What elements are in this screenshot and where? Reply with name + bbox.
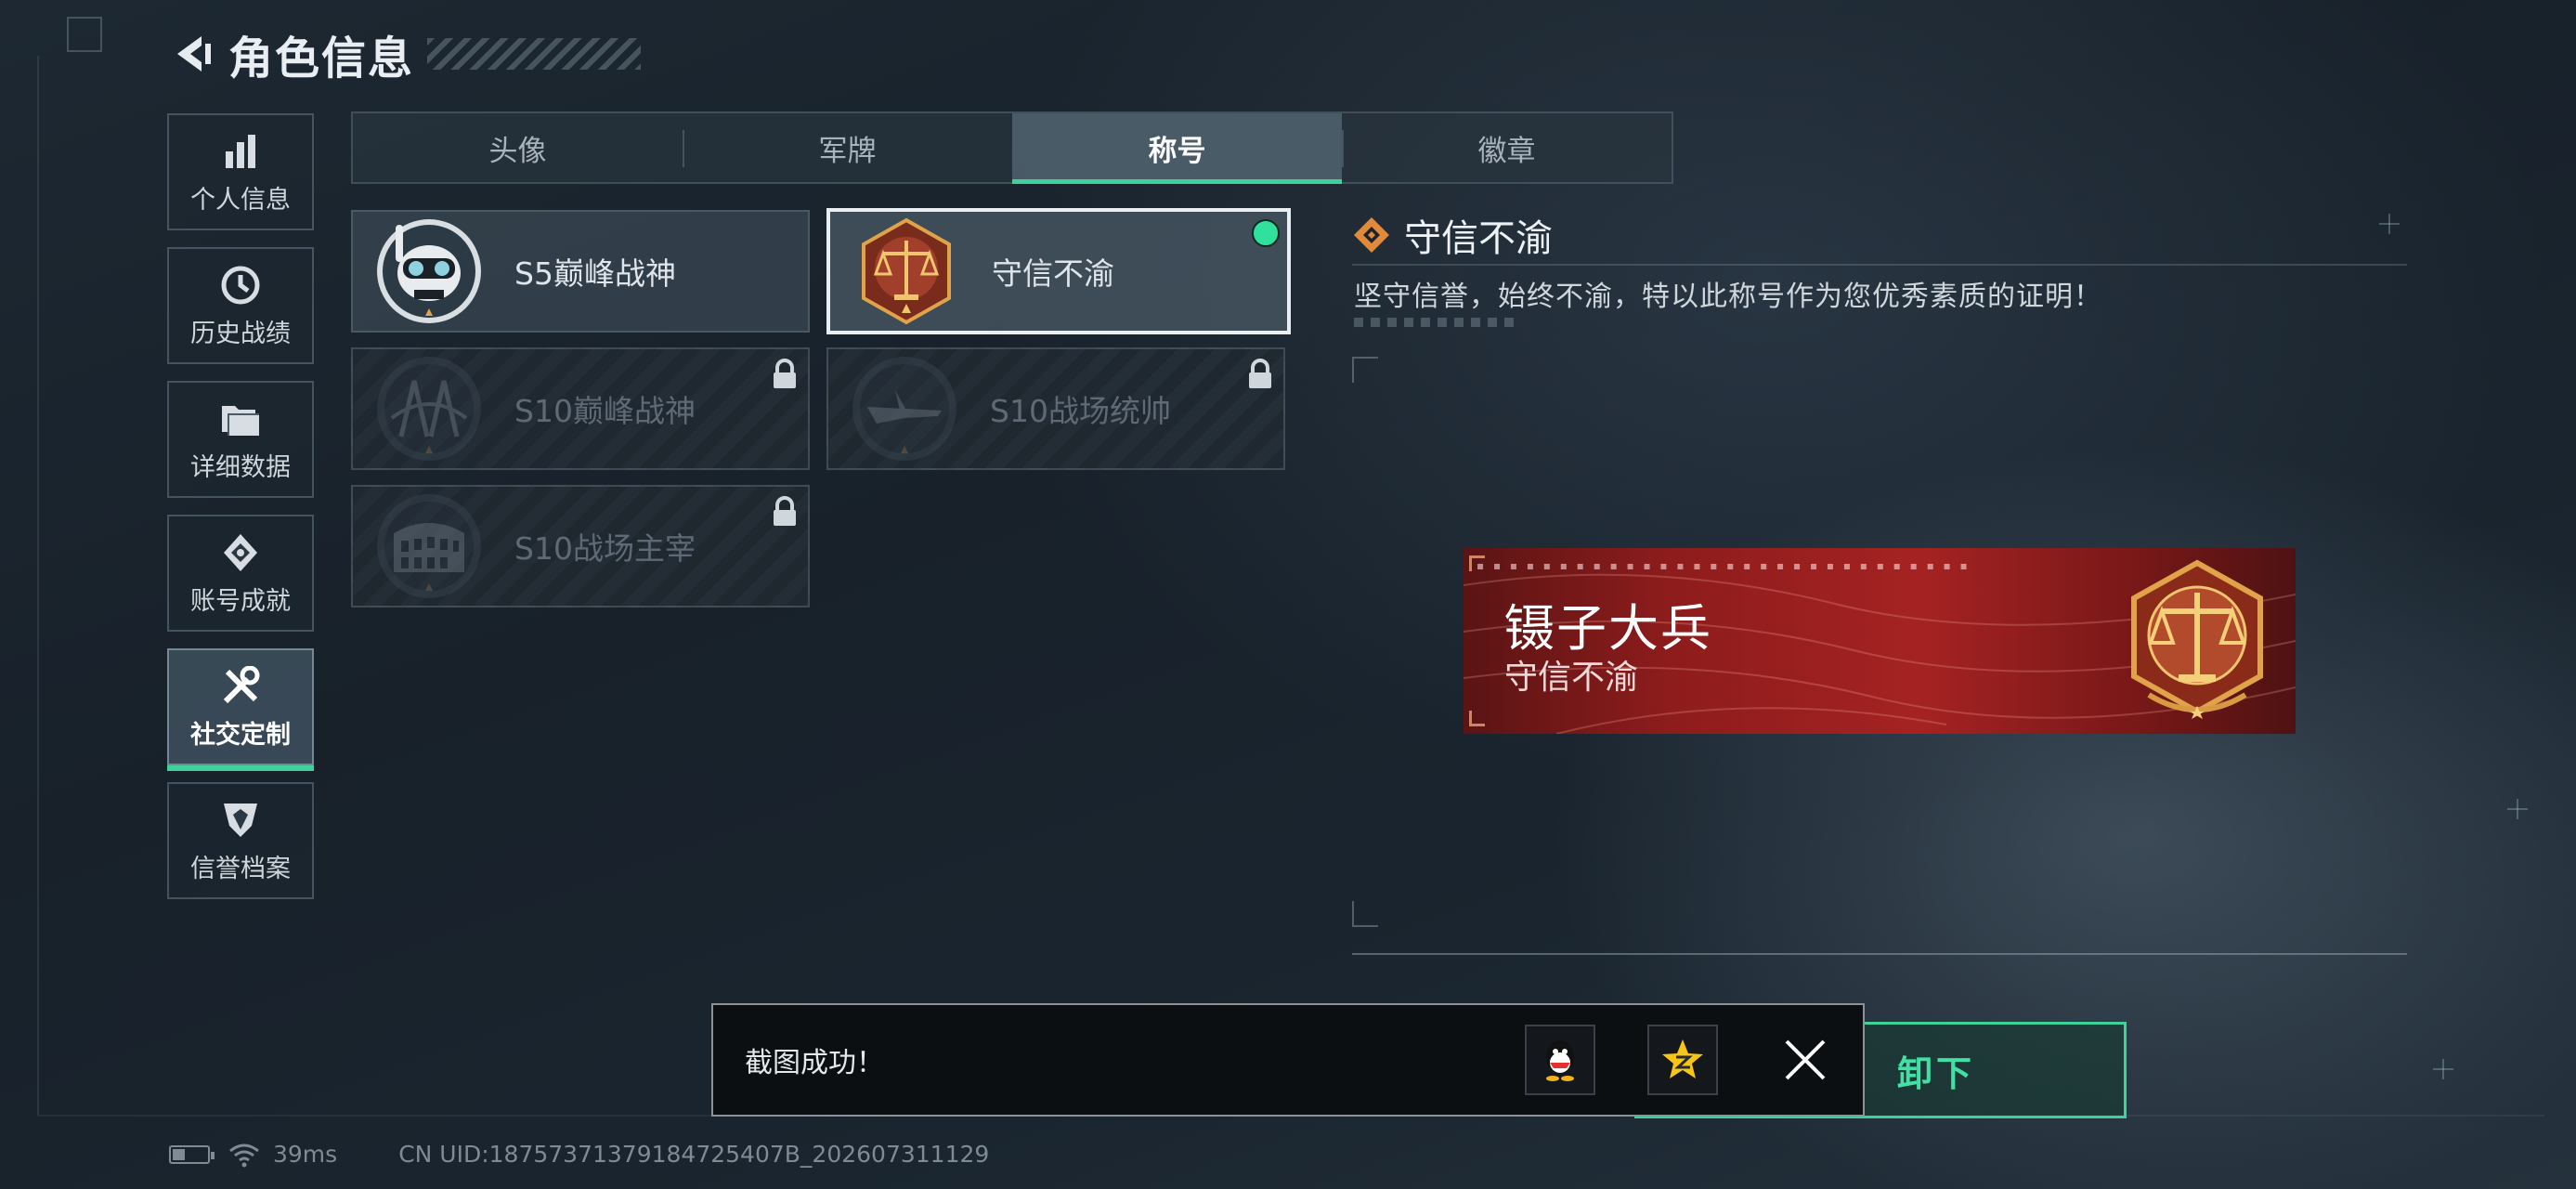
tools-icon xyxy=(218,664,263,709)
title-card-name: 守信不渝 xyxy=(992,255,1114,292)
share-qzone-button[interactable] xyxy=(1647,1025,1718,1095)
title-card-keep-faith[interactable]: 守信不渝 xyxy=(826,208,1291,334)
bridge-emblem-icon xyxy=(371,351,487,466)
battery-icon xyxy=(169,1144,215,1164)
toast-close-button[interactable] xyxy=(1770,1025,1841,1095)
decorative-cross xyxy=(2379,214,2400,234)
sidebar-item-detailed-data[interactable]: 详细数据 xyxy=(167,381,314,498)
decorative-cross xyxy=(2507,799,2528,819)
toast-message: 截图成功！ xyxy=(745,1047,884,1079)
tab-bar: 头像 军牌 称号 徽章 xyxy=(351,111,1673,184)
diamond-icon xyxy=(1354,217,1389,253)
detail-bottom-divider xyxy=(1352,953,2407,955)
title-preview-banner: ▪ ▪ ▪ ▪ ▪ ▪ ▪ ▪ ▪ ▪ ▪ ▪ ▪ ▪ ▪ ▪ ▪ ▪ ▪ ▪ … xyxy=(1464,548,2296,734)
scales-emblem-icon xyxy=(849,214,964,329)
lock-icon xyxy=(771,359,799,390)
scales-emblem-icon xyxy=(2131,559,2263,719)
banner-decoration-text: ▪ ▪ ▪ ▪ ▪ ▪ ▪ ▪ ▪ ▪ ▪ ▪ ▪ ▪ ▪ ▪ ▪ ▪ ▪ ▪ … xyxy=(1477,559,1971,572)
lock-icon xyxy=(771,496,799,528)
title-card-name: S5巅峰战神 xyxy=(514,255,676,292)
back-arrow-icon xyxy=(177,36,211,72)
folder-icon xyxy=(218,397,263,441)
detail-title-name: 守信不渝 xyxy=(1404,217,1553,260)
title-card-name: S10战场统帅 xyxy=(990,393,1171,429)
sidebar-item-personal-info[interactable]: 个人信息 xyxy=(167,113,314,230)
sidebar-item-label: 历史战绩 xyxy=(190,319,291,348)
screenshot-toast: 截图成功！ xyxy=(711,1003,1865,1117)
decorative-frame-line xyxy=(37,56,39,1115)
detail-header: 守信不渝 xyxy=(1352,208,1553,262)
page-header: 角色信息 xyxy=(167,26,642,85)
user-uid: CN UID:18757371379184725407B_20260731112… xyxy=(398,1141,990,1168)
diver-skull-emblem-icon xyxy=(371,214,487,329)
aircraft-emblem-icon xyxy=(847,351,962,466)
sidebar-item-label: 详细数据 xyxy=(190,452,291,482)
sidebar-item-achievements[interactable]: 账号成就 xyxy=(167,515,314,632)
decorative-cross xyxy=(2433,1059,2453,1079)
status-bar: 39ms CN UID:18757371379184725407B_202607… xyxy=(169,1141,989,1168)
title-decoration xyxy=(427,38,642,70)
title-card-s10-peak[interactable]: S10巅峰战神 xyxy=(351,347,810,470)
shield-icon xyxy=(218,798,263,843)
preview-frame-corner xyxy=(1352,357,1378,383)
detail-description: 坚守信誉，始终不渝，特以此称号作为您优秀素质的证明！ xyxy=(1354,281,2102,313)
title-card-name: S10巅峰战神 xyxy=(514,393,696,429)
colosseum-emblem-icon xyxy=(371,489,487,604)
wifi-icon xyxy=(229,1143,259,1167)
preview-frame-corner xyxy=(1352,901,1378,927)
sidebar-item-label: 信誉档案 xyxy=(190,854,291,883)
close-icon xyxy=(1785,1039,1826,1080)
sidebar-item-label: 账号成就 xyxy=(190,586,291,616)
clock-icon xyxy=(218,263,263,307)
detail-decoration xyxy=(1354,318,1521,327)
achievement-icon xyxy=(218,530,263,575)
sidebar-item-social-custom[interactable]: 社交定制 xyxy=(167,648,314,771)
title-card-name: S10战场主宰 xyxy=(514,530,696,567)
title-card-s5-peak[interactable]: S5巅峰战神 xyxy=(351,210,810,333)
banner-corner xyxy=(1469,711,1485,726)
ping-value: 39ms xyxy=(273,1141,338,1168)
banner-corner xyxy=(1469,555,1485,571)
unequip-button-label: 卸下 xyxy=(1896,1052,1975,1094)
back-button[interactable] xyxy=(167,30,215,78)
sidebar-item-label: 个人信息 xyxy=(190,185,291,215)
equipped-indicator xyxy=(1252,219,1280,247)
sidebar-item-label: 社交定制 xyxy=(190,720,291,750)
sidebar-item-history[interactable]: 历史战绩 xyxy=(167,247,314,364)
share-qq-button[interactable] xyxy=(1525,1025,1595,1095)
bar-chart-icon xyxy=(218,129,263,174)
qzone-icon xyxy=(1662,1039,1703,1078)
player-title: 守信不渝 xyxy=(1504,659,1639,697)
tab-badge[interactable]: 徽章 xyxy=(1342,113,1672,182)
decorative-corner xyxy=(67,17,102,52)
detail-divider xyxy=(1352,264,2407,266)
title-card-s10-commander[interactable]: S10战场统帅 xyxy=(826,347,1285,470)
page-title: 角色信息 xyxy=(228,33,415,85)
qq-icon xyxy=(1546,1040,1574,1081)
lock-icon xyxy=(1246,359,1274,390)
title-card-s10-dominator[interactable]: S10战场主宰 xyxy=(351,485,810,608)
tab-avatar[interactable]: 头像 xyxy=(353,113,683,182)
tab-dogtag[interactable]: 军牌 xyxy=(683,113,1012,182)
tab-title[interactable]: 称号 xyxy=(1012,113,1342,184)
sidebar-item-credit[interactable]: 信誉档案 xyxy=(167,782,314,899)
